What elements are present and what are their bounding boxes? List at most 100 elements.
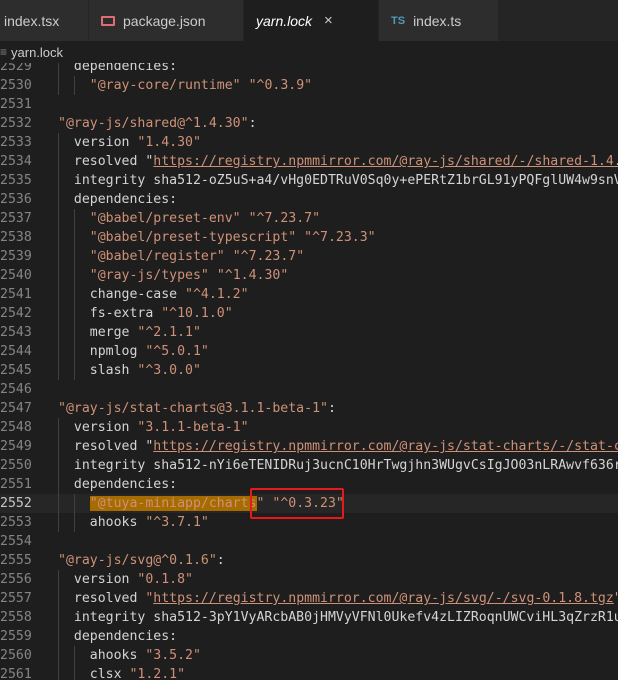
indent-guide xyxy=(58,304,59,323)
file-icon: ≡ xyxy=(0,45,8,59)
indent-guide xyxy=(73,266,75,285)
indent-guide xyxy=(58,418,59,437)
code-line[interactable]: 2555 "@ray-js/svg@^0.1.6": xyxy=(0,551,618,570)
tab-label: package.json xyxy=(123,12,206,29)
code-text: "@babel/register" "^7.23.7" xyxy=(89,249,305,264)
indent-guide xyxy=(73,494,75,513)
line-number: 2557 xyxy=(0,591,32,606)
indent-guide xyxy=(58,152,59,171)
code-line[interactable]: 2550 integrity sha512-nYi6eTENIDRuj3ucnC… xyxy=(0,456,618,475)
indent-guide xyxy=(73,209,75,228)
code-line[interactable]: 2557 resolved "https://registry.npmmirro… xyxy=(0,589,618,608)
code-line[interactable]: 2541 change-case "^4.1.2" xyxy=(0,285,618,304)
code-line[interactable]: 2544 npmlog "^5.0.1" xyxy=(0,342,618,361)
line-number: 2555 xyxy=(0,553,32,568)
code-text: "@ray-js/stat-charts@3.1.1-beta-1": xyxy=(58,401,336,416)
line-number: 2559 xyxy=(0,629,32,644)
tab-label: yarn.lock xyxy=(256,12,313,29)
code-line[interactable]: 2556 version "0.1.8" xyxy=(0,570,618,589)
annotation-box xyxy=(250,488,344,519)
close-icon[interactable]: × xyxy=(324,12,333,29)
code-line[interactable]: 2554 xyxy=(0,532,618,551)
line-number: 2548 xyxy=(0,420,32,435)
tab-package-json[interactable]: package.json xyxy=(89,0,244,41)
code-text: dependencies: xyxy=(58,629,178,644)
code-text: "@babel/preset-env" "^7.23.7" xyxy=(89,211,321,226)
code-line[interactable]: 2538 "@babel/preset-typescript" "^7.23.3… xyxy=(0,228,618,247)
line-number: 2536 xyxy=(0,192,32,207)
code-line[interactable]: 2543 merge "^2.1.1" xyxy=(0,323,618,342)
tab-label: index.ts xyxy=(413,12,462,29)
breadcrumb-file[interactable]: yarn.lock xyxy=(11,45,63,60)
indent-guide xyxy=(58,589,59,608)
line-number: 2537 xyxy=(0,211,32,226)
tab-yarn-lock[interactable]: yarn.lock × xyxy=(244,0,379,41)
code-line[interactable]: 2545 slash "^3.0.0" xyxy=(0,361,618,380)
line-number: 2561 xyxy=(0,667,32,680)
indent-guide xyxy=(58,608,59,627)
line-number: 2532 xyxy=(0,116,32,131)
line-number: 2530 xyxy=(0,78,32,93)
line-number: 2543 xyxy=(0,325,32,340)
code-text: slash "^3.0.0" xyxy=(58,363,201,378)
code-text: dependencies: xyxy=(58,63,178,74)
indent-guide xyxy=(58,342,59,361)
code-text: "@ray-js/shared@^1.4.30": xyxy=(58,116,257,131)
code-line[interactable]: 2529 dependencies: xyxy=(0,63,618,76)
code-line[interactable]: 2560 ahooks "3.5.2" xyxy=(0,646,618,665)
tab-index-ts[interactable]: TS index.ts xyxy=(379,0,499,41)
code-line[interactable]: 2559 dependencies: xyxy=(0,627,618,646)
indent-guide xyxy=(58,665,59,680)
code-line[interactable]: 2546 xyxy=(0,380,618,399)
indent-guide xyxy=(58,171,59,190)
line-number: 2542 xyxy=(0,306,32,321)
indent-guide xyxy=(58,228,59,247)
indent-guide xyxy=(58,209,59,228)
code-text: dependencies: xyxy=(58,192,178,207)
code-line[interactable]: 2532 "@ray-js/shared@^1.4.30": xyxy=(0,114,618,133)
indent-guide xyxy=(58,513,59,532)
indent-guide xyxy=(73,228,75,247)
code-line[interactable]: 2558 integrity sha512-3pY1VyARcbAB0jHMVy… xyxy=(0,608,618,627)
indent-guide xyxy=(58,456,59,475)
code-line[interactable]: 2536 dependencies: xyxy=(0,190,618,209)
npm-package-icon xyxy=(101,15,115,26)
code-line[interactable]: 2530 "@ray-core/runtime" "^0.3.9" xyxy=(0,76,618,95)
code-editor[interactable]: 2529 dependencies: 2530 "@ray-core/runtim… xyxy=(0,63,618,680)
code-line[interactable]: 2531 xyxy=(0,95,618,114)
indent-guide xyxy=(73,665,75,680)
line-number: 2558 xyxy=(0,610,32,625)
line-number: 2546 xyxy=(0,382,32,397)
code-line[interactable]: 2561 clsx "1.2.1" xyxy=(0,665,618,680)
code-text: change-case "^4.1.2" xyxy=(58,287,249,302)
code-line[interactable]: 2542 fs-extra "^10.1.0" xyxy=(0,304,618,323)
code-text: resolved "https://registry.npmmirror.com… xyxy=(58,439,618,454)
line-number: 2547 xyxy=(0,401,32,416)
line-number: 2534 xyxy=(0,154,32,169)
code-line[interactable]: 2534 resolved "https://registry.npmmirro… xyxy=(0,152,618,171)
code-line[interactable]: 2535 integrity sha512-oZ5uS+a4/vHg0EDTRu… xyxy=(0,171,618,190)
code-text: dependencies: xyxy=(58,477,178,492)
code-text: version "1.4.30" xyxy=(58,135,201,150)
indent-guide xyxy=(58,475,59,494)
code-line[interactable]: 2539 "@babel/register" "^7.23.7" xyxy=(0,247,618,266)
code-line[interactable]: 2537 "@babel/preset-env" "^7.23.7" xyxy=(0,209,618,228)
line-number: 2541 xyxy=(0,287,32,302)
code-line[interactable]: 2540 "@ray-js/types" "^1.4.30" xyxy=(0,266,618,285)
code-text: version "3.1.1-beta-1" xyxy=(58,420,249,435)
line-number: 2545 xyxy=(0,363,32,378)
indent-guide xyxy=(73,247,75,266)
tab-bar: index.tsx package.json yarn.lock × TS in… xyxy=(0,0,618,42)
code-line[interactable]: 2549 resolved "https://registry.npmmirro… xyxy=(0,437,618,456)
code-line[interactable]: 2547 "@ray-js/stat-charts@3.1.1-beta-1": xyxy=(0,399,618,418)
code-line[interactable]: 2533 version "1.4.30" xyxy=(0,133,618,152)
indent-guide xyxy=(58,266,59,285)
line-number: 2538 xyxy=(0,230,32,245)
code-line[interactable]: 2548 version "3.1.1-beta-1" xyxy=(0,418,618,437)
line-number: 2549 xyxy=(0,439,32,454)
code-text: version "0.1.8" xyxy=(58,572,193,587)
indent-guide xyxy=(58,190,59,209)
indent-guide xyxy=(58,361,59,380)
tab-index-tsx[interactable]: index.tsx xyxy=(0,0,89,41)
indent-guide xyxy=(58,570,59,589)
